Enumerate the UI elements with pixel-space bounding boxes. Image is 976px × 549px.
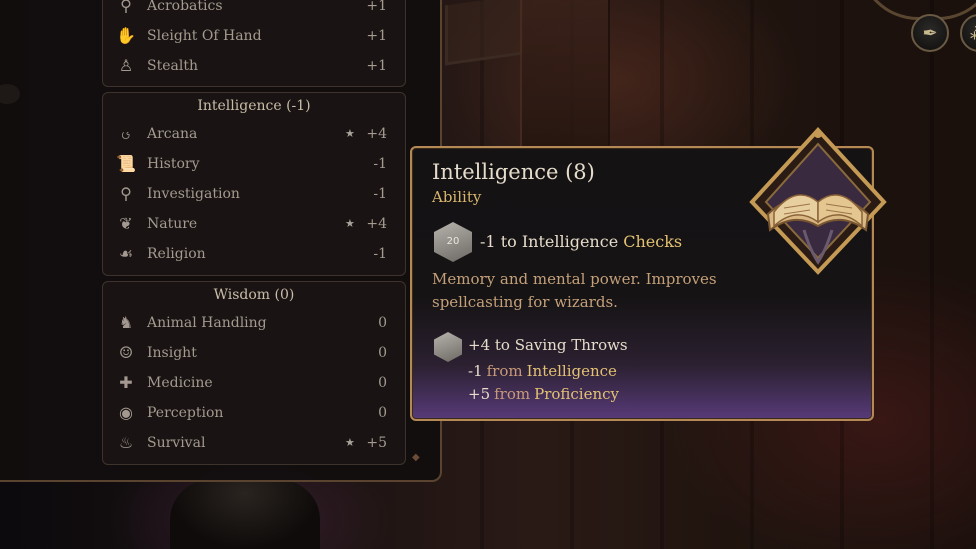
modifier-source: Proficiency bbox=[534, 385, 620, 403]
scroll-indicator-icon: ◆ bbox=[412, 452, 420, 463]
head-profile-icon: ☺ bbox=[118, 343, 134, 362]
feather-quill-button[interactable]: ✒ bbox=[911, 14, 949, 52]
open-book-emblem-icon bbox=[749, 127, 887, 275]
skill-label: Stealth bbox=[147, 58, 198, 74]
skill-row-arcana[interactable]: ၒ Arcana ★ +4 bbox=[103, 119, 405, 149]
skill-value: +1 bbox=[366, 28, 387, 44]
horse-head-icon: ♞ bbox=[118, 313, 134, 332]
bandage-icon: ✚ bbox=[119, 373, 133, 392]
group-title-wisdom: Wisdom (0) bbox=[213, 287, 295, 303]
proficiency-star-icon: ★ bbox=[345, 217, 355, 230]
skill-value: +4 bbox=[366, 126, 387, 142]
background-picture-frame bbox=[445, 0, 523, 66]
skill-row-religion[interactable]: ☙ Religion -1 bbox=[103, 239, 405, 269]
skill-label: Nature bbox=[147, 216, 198, 232]
check-keyword: Checks bbox=[623, 232, 683, 251]
skill-row-investigation[interactable]: ⚲ Investigation -1 bbox=[103, 179, 405, 209]
character-figure bbox=[170, 480, 320, 549]
quill-icon: ✒ bbox=[922, 22, 938, 44]
skill-value: 0 bbox=[378, 375, 387, 391]
skill-value: -1 bbox=[373, 246, 387, 262]
skill-row-nature[interactable]: ❦ Nature ★ +4 bbox=[103, 209, 405, 239]
magnifier-icon: ⚲ bbox=[120, 184, 132, 203]
skill-label: Medicine bbox=[147, 375, 213, 391]
skill-row-animal-handling[interactable]: ♞ Animal Handling 0 bbox=[103, 308, 405, 338]
leaf-icon: ❦ bbox=[119, 214, 133, 233]
eye-icon: ◉ bbox=[119, 403, 133, 422]
background-pillar bbox=[520, 0, 610, 150]
skill-value: +5 bbox=[366, 435, 387, 451]
arcane-swirl-icon: ၒ bbox=[121, 124, 131, 143]
intelligence-skill-group: Intelligence (-1) ၒ Arcana ★ +4 📜 Histor… bbox=[102, 92, 406, 276]
scroll-icon: ⁂ bbox=[970, 23, 976, 44]
tooltip-title: Intelligence (8) bbox=[432, 160, 595, 184]
skill-label: Religion bbox=[147, 246, 206, 262]
modifier-value: +5 bbox=[468, 385, 491, 403]
scroll-icon: 📜 bbox=[116, 154, 136, 173]
dexterity-skill-group: ⚲ Acrobatics +1 ✋ Sleight Of Hand +1 ♙ S… bbox=[102, 0, 406, 87]
modifier-source: Intelligence bbox=[526, 362, 617, 380]
skill-value: -1 bbox=[373, 156, 387, 172]
skill-value: -1 bbox=[373, 186, 387, 202]
skill-row-stealth[interactable]: ♙ Stealth +1 bbox=[103, 51, 405, 81]
check-text: to Intelligence bbox=[500, 232, 619, 251]
skill-label: Survival bbox=[147, 435, 206, 451]
skill-value: 0 bbox=[378, 345, 387, 361]
campfire-icon: ♨ bbox=[118, 433, 134, 452]
praying-hands-icon: ☙ bbox=[118, 244, 134, 263]
check-value: -1 bbox=[480, 232, 496, 251]
proficiency-star-icon: ★ bbox=[345, 127, 355, 140]
skill-label: Animal Handling bbox=[147, 315, 267, 331]
check-modifier-line: -1 to Intelligence Checks bbox=[480, 232, 682, 251]
skill-row-sleight-of-hand[interactable]: ✋ Sleight Of Hand +1 bbox=[103, 21, 405, 51]
proficiency-star-icon: ★ bbox=[345, 436, 355, 449]
saving-throw-line: +4 to Saving Throws bbox=[468, 336, 628, 354]
skill-label: Acrobatics bbox=[147, 0, 223, 14]
wisdom-skill-group: Wisdom (0) ♞ Animal Handling 0 ☺ Insight… bbox=[102, 281, 406, 465]
skill-value: +1 bbox=[366, 0, 387, 14]
hooded-figure-icon: ♙ bbox=[118, 56, 134, 75]
skill-row-acrobatics[interactable]: ⚲ Acrobatics +1 bbox=[103, 0, 405, 21]
skill-value: +4 bbox=[366, 216, 387, 232]
acrobat-figure-icon: ⚲ bbox=[120, 0, 132, 15]
skill-label: Arcana bbox=[147, 126, 198, 142]
saving-throw-die-icon bbox=[434, 332, 462, 362]
tooltip-subtitle: Ability bbox=[432, 188, 482, 206]
skill-value: +1 bbox=[366, 58, 387, 74]
modifier-from: from bbox=[486, 362, 523, 380]
skill-row-history[interactable]: 📜 History -1 bbox=[103, 149, 405, 179]
modifier-value: -1 bbox=[468, 362, 483, 380]
skill-label: Insight bbox=[147, 345, 197, 361]
skill-label: Investigation bbox=[147, 186, 240, 202]
skill-value: 0 bbox=[378, 315, 387, 331]
skill-value: 0 bbox=[378, 405, 387, 421]
skill-row-insight[interactable]: ☺ Insight 0 bbox=[103, 338, 405, 368]
skill-label: History bbox=[147, 156, 200, 172]
skill-row-survival[interactable]: ♨ Survival ★ +5 bbox=[103, 428, 405, 458]
group-title-intelligence: Intelligence (-1) bbox=[197, 98, 311, 114]
modifier-line-proficiency: +5 from Proficiency bbox=[468, 385, 619, 403]
grabbing-hand-icon: ✋ bbox=[116, 26, 136, 45]
d20-die-icon: 20 bbox=[434, 222, 472, 262]
modifier-from: from bbox=[494, 385, 531, 403]
skill-row-perception[interactable]: ◉ Perception 0 bbox=[103, 398, 405, 428]
ability-description: Memory and mental power. Improves spellc… bbox=[432, 270, 717, 311]
modifier-line-intelligence: -1 from Intelligence bbox=[468, 362, 617, 380]
skill-row-medicine[interactable]: ✚ Medicine 0 bbox=[103, 368, 405, 398]
skill-label: Perception bbox=[147, 405, 224, 421]
skill-label: Sleight Of Hand bbox=[147, 28, 262, 44]
